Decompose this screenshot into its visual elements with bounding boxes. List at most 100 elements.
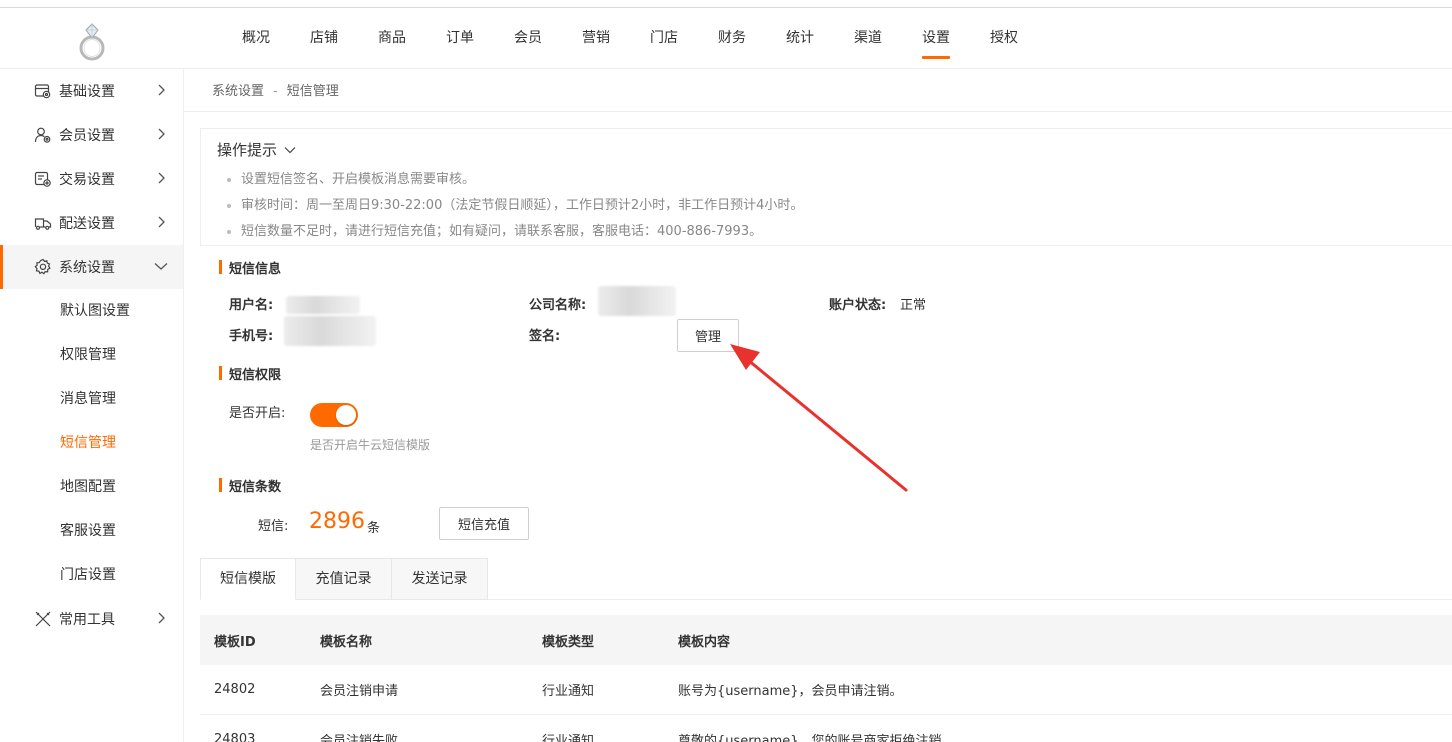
toggle-knob <box>336 405 356 425</box>
enable-hint: 是否开启牛云短信模版 <box>310 438 431 452</box>
sidebar-subitem-permissions[interactable]: 权限管理 <box>0 333 183 377</box>
nav-channels[interactable]: 渠道 <box>834 8 902 69</box>
column-header-template-name: 模板名称 <box>320 634 373 650</box>
nav-settings[interactable]: 设置 <box>902 8 970 69</box>
username-label: 用户名: <box>229 298 274 313</box>
sms-count-value: 2896 <box>309 509 365 534</box>
top-navigation-bar: 概况 店铺 商品 订单 会员 营销 门店 财务 统计 渠道 设置 授权 <box>0 8 1452 69</box>
nav-marketing[interactable]: 营销 <box>562 8 630 69</box>
nav-overview[interactable]: 概况 <box>222 8 290 69</box>
column-header-template-content: 模板内容 <box>678 634 731 650</box>
tabs-divider <box>488 599 1452 600</box>
nav-orders[interactable]: 订单 <box>426 8 494 69</box>
sidebar-item-member-settings[interactable]: 会员设置 <box>0 113 183 157</box>
cell-template-type: 行业通知 <box>542 684 595 699</box>
sidebar-item-label: 系统设置 <box>59 260 115 276</box>
table-header: 模板ID 模板名称 模板类型 模板内容 <box>200 615 1452 665</box>
tab-recharge-records[interactable]: 充值记录 <box>296 558 392 600</box>
sidebar-item-label: 常用工具 <box>59 612 115 628</box>
chevron-right-icon <box>158 128 165 140</box>
sidebar-subitem-sms-management[interactable]: 短信管理 <box>0 421 183 465</box>
nav-goods[interactable]: 商品 <box>358 8 426 69</box>
cell-template-content: 账号为{username}，会员申请注销。 <box>678 684 903 699</box>
sidebar-subitem-messages[interactable]: 消息管理 <box>0 377 183 421</box>
main-menu: 概况 店铺 商品 订单 会员 营销 门店 财务 统计 渠道 设置 授权 <box>222 8 1038 69</box>
sms-enable-toggle[interactable] <box>310 403 358 427</box>
operation-tips-panel: 操作提示 设置短信签名、开启模板消息需要审核。 审核时间：周一至周日9:30-2… <box>200 128 1452 246</box>
table-row[interactable]: 24802 会员注销申请 行业通知 账号为{username}，会员申请注销。 <box>200 665 1452 715</box>
template-table: 模板ID 模板名称 模板类型 模板内容 24802 会员注销申请 行业通知 账号… <box>200 615 1452 742</box>
breadcrumb: 系统设置 - 短信管理 <box>212 80 339 99</box>
nav-stores[interactable]: 门店 <box>630 8 698 69</box>
breadcrumb-separator: - <box>273 84 278 99</box>
sidebar-item-basic-settings[interactable]: 基础设置 <box>0 69 183 113</box>
sidebar-item-label: 配送设置 <box>59 216 115 232</box>
tip-item: 设置短信签名、开启模板消息需要审核。 <box>225 167 803 193</box>
section-title-sms-count: 短信条数 <box>219 476 281 495</box>
tab-sms-templates[interactable]: 短信模版 <box>200 558 296 600</box>
nav-shop[interactable]: 店铺 <box>290 8 358 69</box>
nav-finance[interactable]: 财务 <box>698 8 766 69</box>
user-gear-icon <box>34 126 52 144</box>
sidebar-subitem-customer-service[interactable]: 客服设置 <box>0 509 183 553</box>
sidebar-subitem-default-image[interactable]: 默认图设置 <box>0 289 183 333</box>
enable-label: 是否开启: <box>229 406 286 421</box>
receipt-icon <box>34 170 52 188</box>
section-title-sms-info: 短信信息 <box>219 258 281 277</box>
cell-template-id: 24802 <box>214 682 256 697</box>
tab-send-records[interactable]: 发送记录 <box>392 558 488 600</box>
cell-template-name: 会员注销失败 <box>320 734 399 742</box>
chevron-right-icon <box>158 612 165 624</box>
phone-label: 手机号: <box>229 329 274 344</box>
account-status-value: 正常 <box>900 298 927 313</box>
sidebar-subitem-map-config[interactable]: 地图配置 <box>0 465 183 509</box>
sidebar-item-label: 会员设置 <box>59 128 115 144</box>
tips-toggle[interactable]: 操作提示 <box>217 139 297 160</box>
cell-template-type: 行业通知 <box>542 734 595 742</box>
sidebar-item-label: 基础设置 <box>59 84 115 100</box>
signature-manage-button[interactable]: 管理 <box>677 319 739 352</box>
sms-recharge-button[interactable]: 短信充值 <box>439 507 529 540</box>
breadcrumb-current: 短信管理 <box>286 84 339 99</box>
sidebar-item-trade-settings[interactable]: 交易设置 <box>0 157 183 201</box>
tools-icon <box>34 610 52 628</box>
records-tabs: 短信模版 充值记录 发送记录 <box>200 558 488 600</box>
ring-logo-icon[interactable] <box>72 20 112 62</box>
company-name-label: 公司名称: <box>529 298 587 313</box>
chevron-right-icon <box>158 172 165 184</box>
tips-title: 操作提示 <box>217 141 278 159</box>
sidebar-item-delivery-settings[interactable]: 配送设置 <box>0 201 183 245</box>
company-name-value-redacted <box>598 286 676 316</box>
chevron-right-icon <box>158 84 165 96</box>
account-status-label: 账户状态: <box>829 298 887 313</box>
chevron-right-icon <box>158 216 165 228</box>
tip-item: 短信数量不足时，请进行短信充值；如有疑问，请联系客服，客服电话：400-886-… <box>225 219 803 245</box>
nav-authorization[interactable]: 授权 <box>970 8 1038 69</box>
column-header-template-type: 模板类型 <box>542 634 595 650</box>
truck-icon <box>34 214 52 232</box>
gear-icon <box>34 258 52 276</box>
column-header-template-id: 模板ID <box>214 634 256 650</box>
sidebar-item-label: 交易设置 <box>59 172 115 188</box>
gear-board-icon <box>34 82 52 100</box>
tips-list: 设置短信签名、开启模板消息需要审核。 审核时间：周一至周日9:30-22:00（… <box>225 167 803 245</box>
chevron-down-icon <box>284 146 296 153</box>
section-title-sms-permission: 短信权限 <box>219 364 281 383</box>
cell-template-content: 尊敬的{username}，您的账号商家拒绝注销 <box>678 734 942 742</box>
breadcrumb-parent[interactable]: 系统设置 <box>212 84 264 99</box>
signature-label: 签名: <box>529 329 561 344</box>
annotation-arrow-icon <box>730 344 908 492</box>
table-row[interactable]: 24803 会员注销失败 行业通知 尊敬的{username}，您的账号商家拒绝… <box>200 715 1452 742</box>
nav-members[interactable]: 会员 <box>494 8 562 69</box>
sidebar-subitem-store-settings[interactable]: 门店设置 <box>0 553 183 597</box>
sidebar-item-system-settings[interactable]: 系统设置 <box>0 245 183 289</box>
nav-statistics[interactable]: 统计 <box>766 8 834 69</box>
tip-item: 审核时间：周一至周日9:30-22:00（法定节假日顺延），工作日预计2小时，非… <box>225 193 803 219</box>
cell-template-id: 24803 <box>214 732 256 742</box>
username-value-redacted <box>286 296 360 314</box>
phone-value-redacted <box>284 316 376 346</box>
sidebar: 基础设置 会员设置 交易设置 配送设置 系统设置 默认图设置 权限管理 消息管理… <box>0 69 184 742</box>
sidebar-item-common-tools[interactable]: 常用工具 <box>0 597 183 641</box>
cell-template-name: 会员注销申请 <box>320 684 399 699</box>
breadcrumb-divider <box>184 111 1452 112</box>
